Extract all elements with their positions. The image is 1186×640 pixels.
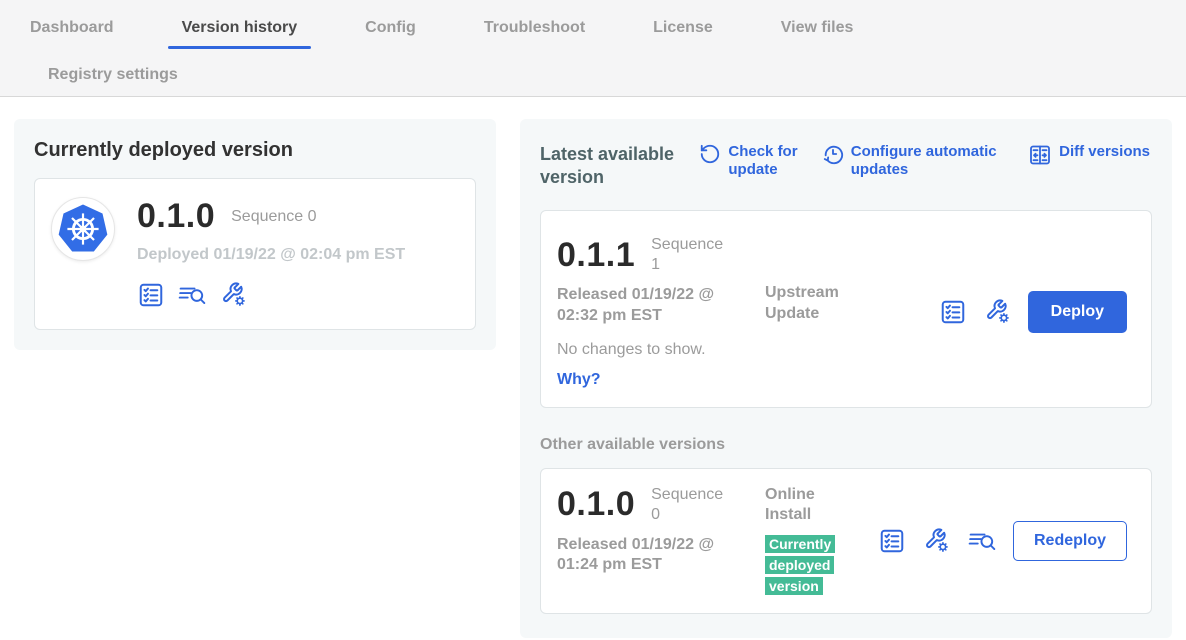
tab-dashboard[interactable]: Dashboard bbox=[16, 2, 128, 54]
currently-deployed-badge: Currently deployed version bbox=[765, 535, 835, 595]
view-files-search-icon[interactable] bbox=[177, 282, 207, 308]
latest-card-actions: Deploy bbox=[939, 291, 1127, 333]
config-wrench-gear-icon[interactable] bbox=[922, 526, 951, 555]
tab-view-files[interactable]: View files bbox=[767, 2, 868, 54]
latest-version-source: Upstream Update bbox=[765, 283, 861, 325]
check-for-update-label: Check for update bbox=[728, 143, 812, 179]
other-versions-title: Other available versions bbox=[540, 436, 1152, 454]
main-content: Currently deployed version bbox=[0, 97, 1186, 638]
deployed-card-actions bbox=[137, 280, 405, 309]
latest-header: Latest available version Check for updat… bbox=[540, 139, 1152, 188]
refresh-ccw-icon bbox=[699, 143, 721, 165]
currently-deployed-panel: Currently deployed version bbox=[14, 119, 496, 350]
other-version-source: Online Install bbox=[765, 485, 861, 527]
other-released-timestamp: Released 01/19/22 @ 01:24 pm EST bbox=[557, 535, 753, 577]
tab-registry-settings[interactable]: Registry settings bbox=[34, 54, 192, 96]
configure-automatic-updates-label: Configure automatic updates bbox=[851, 143, 1019, 179]
currently-deployed-title: Currently deployed version bbox=[34, 139, 476, 162]
deploy-button[interactable]: Deploy bbox=[1028, 291, 1127, 333]
tab-troubleshoot[interactable]: Troubleshoot bbox=[470, 2, 599, 54]
latest-available-title: Latest available version bbox=[540, 143, 690, 188]
app-logo bbox=[51, 197, 115, 261]
deployed-sequence-label: Sequence 0 bbox=[231, 208, 316, 226]
other-version-card: 0.1.0 Sequence 0 Released 01/19/22 @ 01:… bbox=[540, 468, 1152, 615]
tab-config[interactable]: Config bbox=[351, 2, 430, 54]
deployed-version-number: 0.1.0 bbox=[137, 197, 215, 236]
other-sequence-label: Sequence 0 bbox=[651, 485, 727, 525]
latest-available-panel: Latest available version Check for updat… bbox=[520, 119, 1172, 638]
latest-released-timestamp: Released 01/19/22 @ 02:32 pm EST bbox=[557, 285, 753, 327]
latest-sequence-label: Sequence 1 bbox=[651, 235, 727, 275]
latest-version-info: 0.1.1 Sequence 1 Released 01/19/22 @ 02:… bbox=[557, 235, 765, 389]
secondary-tabs-row: Registry settings bbox=[0, 54, 1186, 96]
tab-license[interactable]: License bbox=[639, 2, 727, 54]
no-changes-text: No changes to show. bbox=[557, 341, 765, 359]
deployed-timestamp: Deployed 01/19/22 @ 02:04 pm EST bbox=[137, 246, 405, 264]
primary-tabs-row: Dashboard Version history Config Trouble… bbox=[0, 2, 1186, 54]
preflight-checklist-icon[interactable] bbox=[939, 298, 967, 326]
preflight-checklist-icon[interactable] bbox=[137, 281, 165, 309]
check-for-update-link[interactable]: Check for update bbox=[699, 143, 812, 179]
redeploy-button[interactable]: Redeploy bbox=[1013, 521, 1127, 561]
other-card-actions: Redeploy bbox=[878, 521, 1127, 561]
configure-automatic-updates-link[interactable]: Configure automatic updates bbox=[822, 143, 1019, 179]
deployed-version-info: 0.1.0 Sequence 0 Deployed 01/19/22 @ 02:… bbox=[137, 197, 405, 309]
other-version-info: 0.1.0 Sequence 0 Released 01/19/22 @ 01:… bbox=[557, 485, 765, 577]
latest-version-number: 0.1.1 bbox=[557, 236, 635, 275]
deployed-version-card: 0.1.0 Sequence 0 Deployed 01/19/22 @ 02:… bbox=[34, 178, 476, 330]
kubernetes-logo-icon bbox=[57, 203, 109, 255]
diff-columns-icon bbox=[1028, 143, 1052, 167]
diff-versions-link[interactable]: Diff versions bbox=[1028, 143, 1150, 167]
currently-deployed-badge-wrap: Currently deployed version bbox=[765, 534, 847, 597]
other-version-number: 0.1.0 bbox=[557, 485, 635, 524]
config-wrench-gear-icon[interactable] bbox=[983, 297, 1012, 326]
scheduled-update-icon bbox=[822, 143, 844, 165]
view-files-search-icon[interactable] bbox=[967, 528, 997, 554]
preflight-checklist-icon[interactable] bbox=[878, 527, 906, 555]
config-wrench-gear-icon[interactable] bbox=[219, 280, 248, 309]
diff-versions-label: Diff versions bbox=[1059, 143, 1150, 161]
tab-version-history[interactable]: Version history bbox=[168, 2, 312, 54]
why-link[interactable]: Why? bbox=[557, 371, 601, 389]
top-nav: Dashboard Version history Config Trouble… bbox=[0, 0, 1186, 97]
other-version-source-col: Online Install Currently deployed versio… bbox=[765, 485, 861, 598]
latest-version-card: 0.1.1 Sequence 1 Released 01/19/22 @ 02:… bbox=[540, 210, 1152, 408]
